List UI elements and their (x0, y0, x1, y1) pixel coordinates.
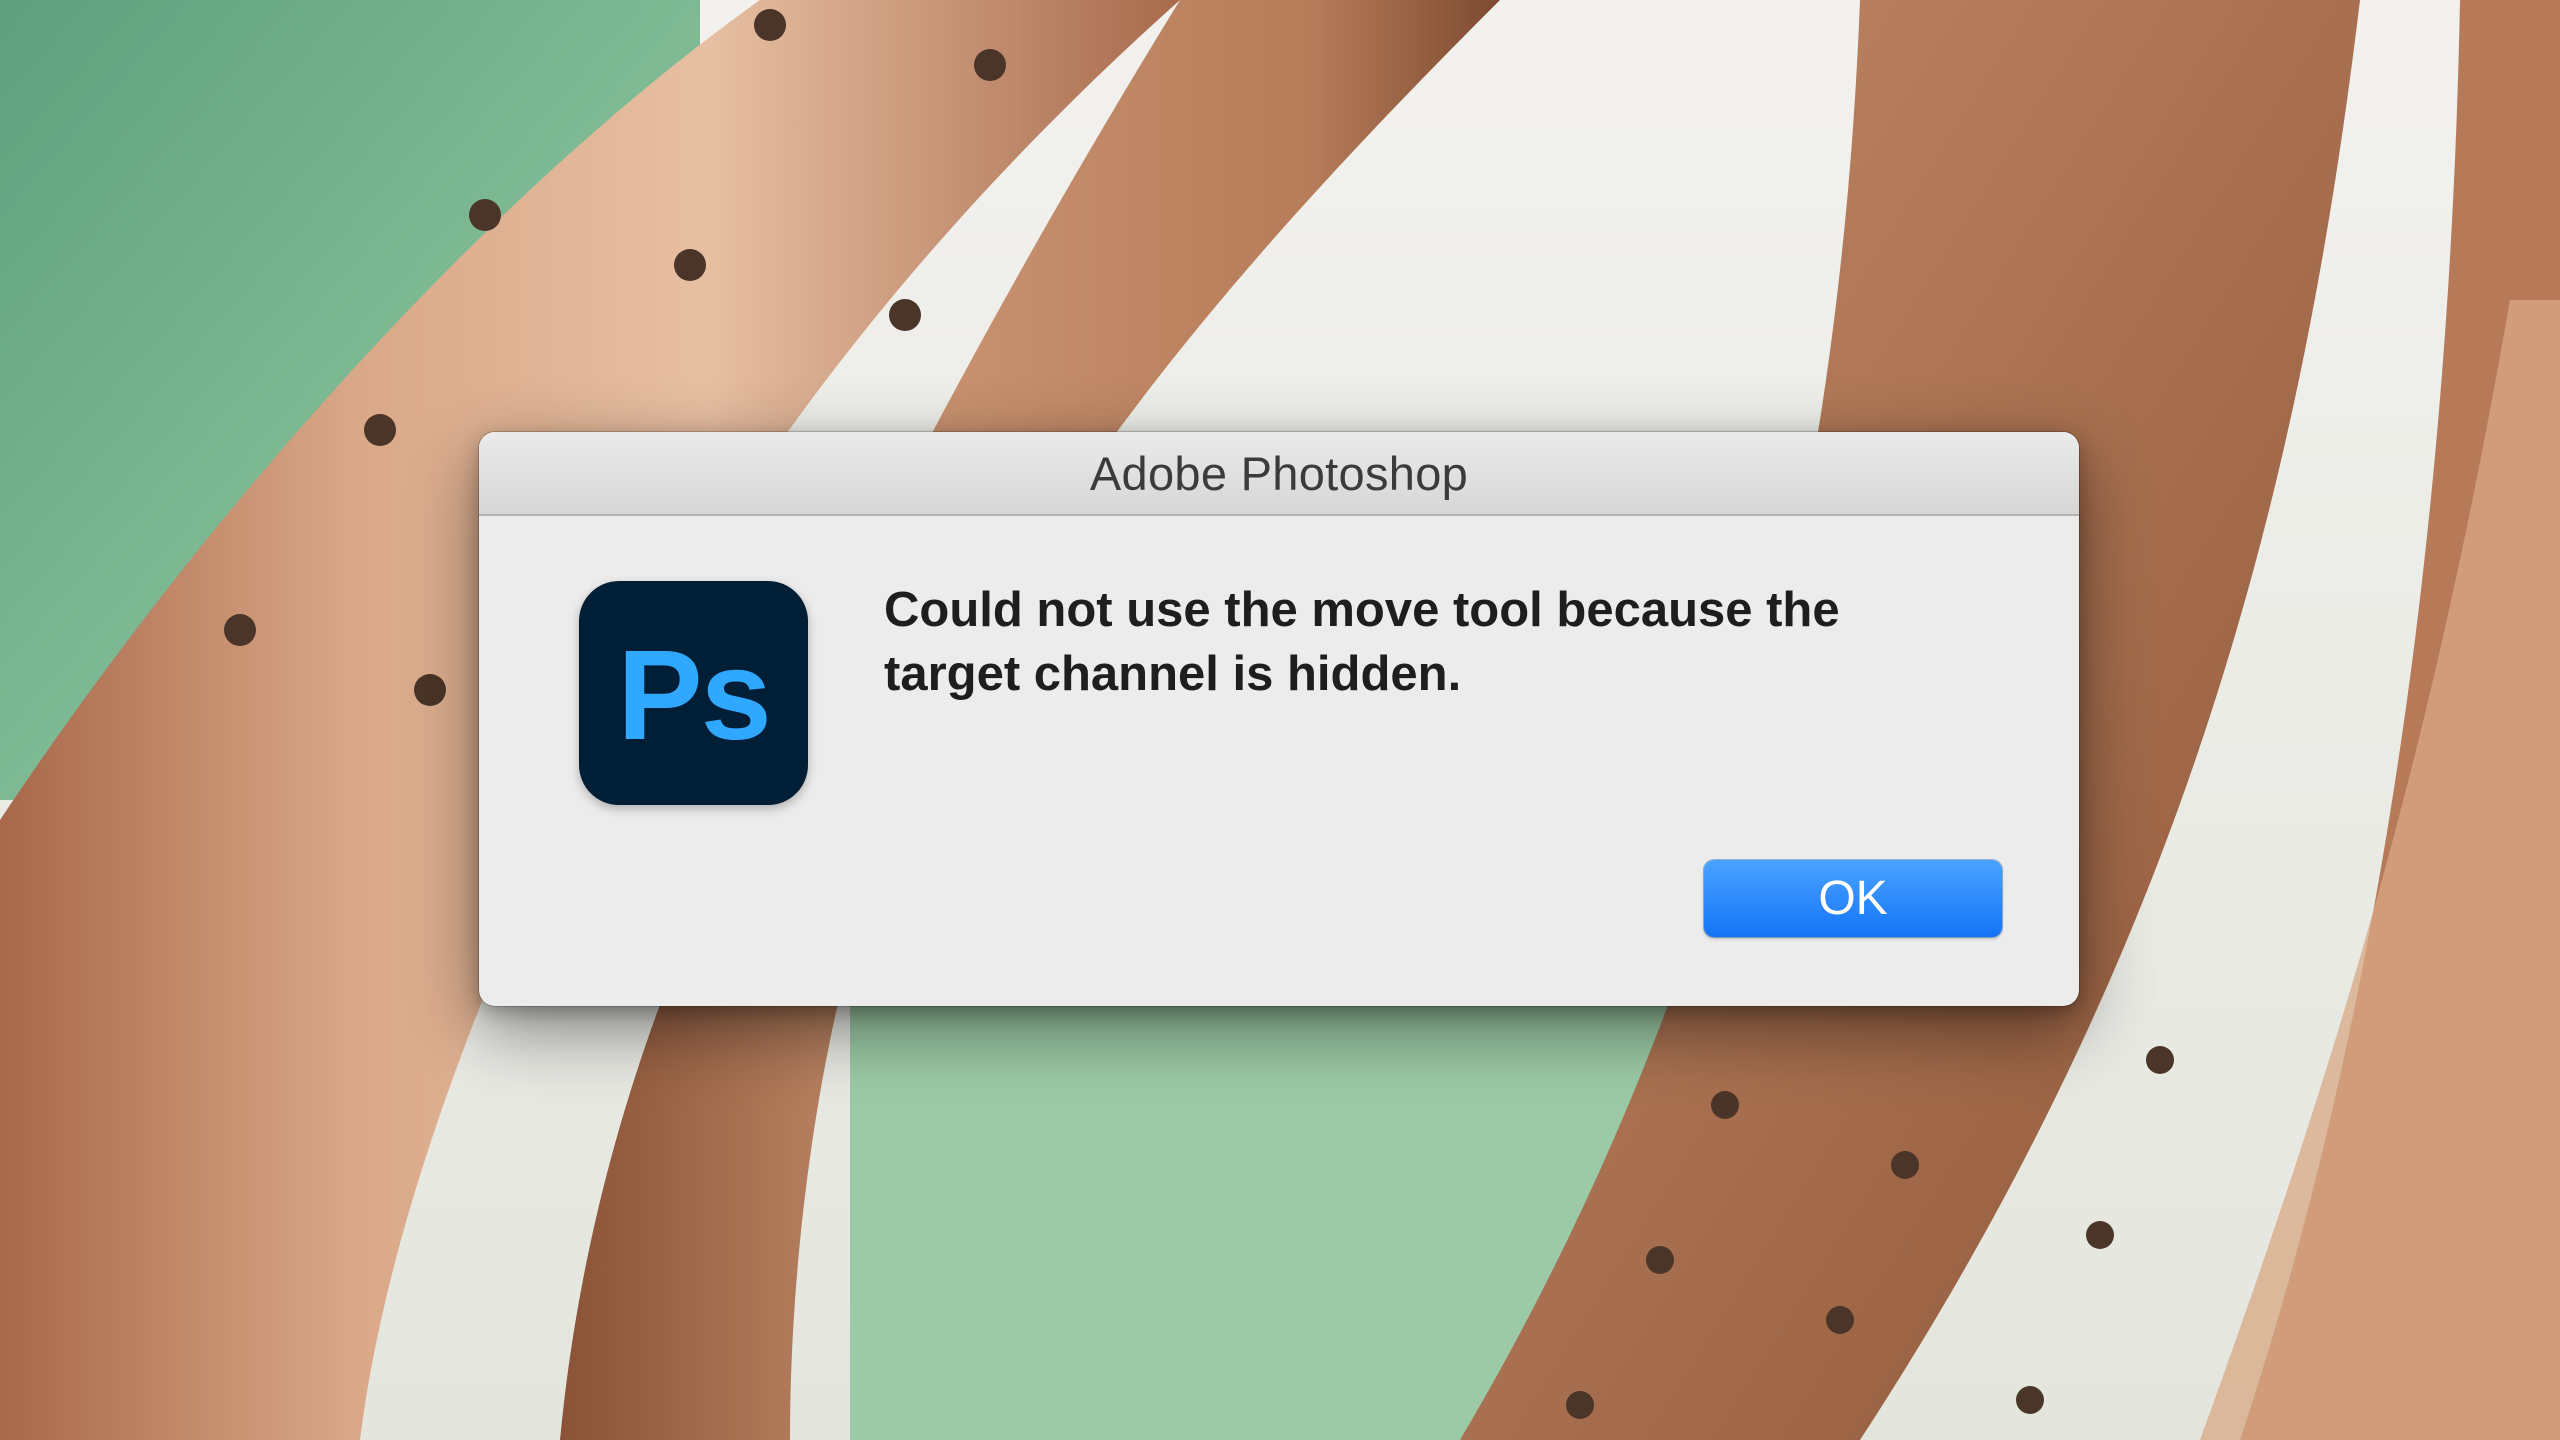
photoshop-app-icon: Ps (579, 581, 808, 805)
alert-dialog: Adobe Photoshop Ps Could not use the mov… (479, 432, 2079, 1006)
dialog-title: Adobe Photoshop (1089, 446, 1469, 500)
app-icon-label: Ps (617, 623, 772, 767)
alert-message: Could not use the move tool because the … (884, 583, 1840, 701)
ok-button-label: OK (1818, 872, 1888, 925)
dialog-titlebar[interactable]: Adobe Photoshop (479, 432, 2079, 516)
ok-button[interactable]: OK (1704, 860, 2002, 937)
